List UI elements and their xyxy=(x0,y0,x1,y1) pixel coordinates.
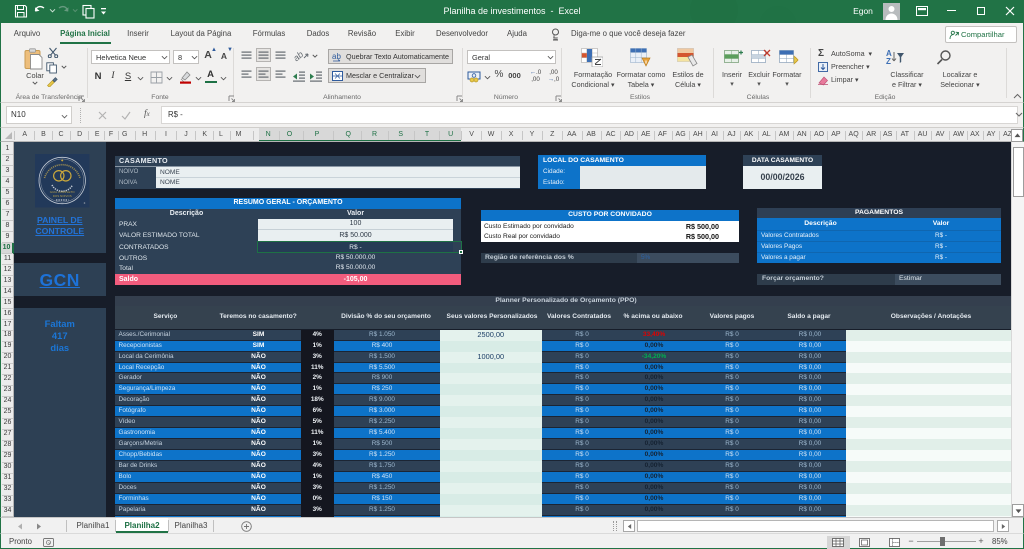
svg-text:ab: ab xyxy=(332,52,341,61)
svg-text:ab: ab xyxy=(294,49,305,62)
svg-text:DOS NOIVOS: DOS NOIVOS xyxy=(53,194,72,198)
svg-text:Z: Z xyxy=(886,57,891,65)
